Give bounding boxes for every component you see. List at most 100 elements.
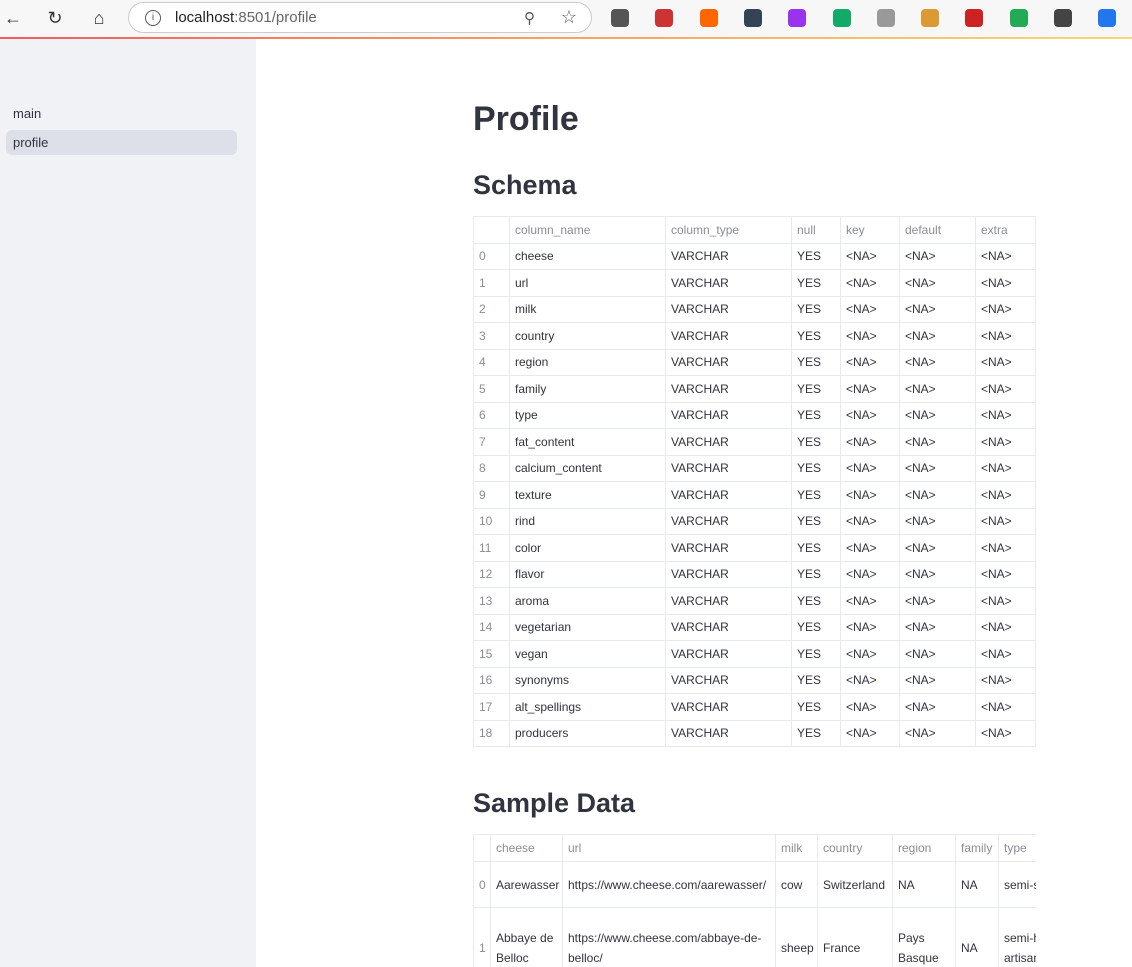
cell-extra: <NA> [975, 481, 1036, 509]
column-header: family [955, 834, 999, 862]
cell-column-type: VARCHAR [665, 322, 792, 350]
sidebar-item-main[interactable]: main [6, 101, 237, 126]
cell-column-type: VARCHAR [665, 587, 792, 615]
url-host: localhost [175, 9, 235, 26]
cell-cheese: Aarewasser [490, 861, 563, 908]
cell-column-name: synonyms [509, 666, 666, 694]
cell-default: <NA> [899, 269, 976, 297]
cell-extra: <NA> [975, 295, 1036, 323]
row-index: 11 [473, 534, 510, 562]
extension-icon[interactable] [965, 9, 984, 27]
cell-key: <NA> [840, 587, 900, 615]
sample-data-table-container[interactable]: cheese url milk country region family type 0 Aa… [473, 834, 1036, 967]
cell-key: <NA> [840, 348, 900, 376]
extension-icon[interactable] [876, 9, 895, 27]
table-row: 10 rind VARCHAR YES <NA> <NA> <NA> [473, 507, 1036, 535]
cell-column-name: fat_content [509, 428, 666, 456]
cell-column-name: color [509, 534, 666, 562]
cell-null: YES [791, 507, 841, 535]
extension-icon[interactable] [743, 9, 762, 27]
cell-column-type: VARCHAR [665, 401, 792, 429]
cell-default: <NA> [899, 375, 976, 403]
extension-icon[interactable] [1009, 9, 1028, 27]
info-icon[interactable]: i [145, 9, 161, 26]
extension-icon[interactable] [1054, 9, 1072, 27]
cell-default: <NA> [899, 242, 976, 270]
column-header: region [892, 834, 956, 862]
cell-null: YES [791, 348, 841, 376]
cell-default: <NA> [899, 322, 976, 350]
address-bar[interactable]: i localhost:8501/profile ⚲ ☆ [128, 2, 592, 33]
cell-null: YES [791, 242, 841, 270]
extension-icon[interactable] [1098, 9, 1117, 27]
column-header: key [840, 216, 900, 244]
cell-key: <NA> [840, 693, 900, 721]
cell-key: <NA> [840, 322, 900, 350]
column-header [473, 216, 510, 244]
cell-default: <NA> [899, 507, 976, 535]
row-index: 1 [473, 269, 510, 297]
cell-default: <NA> [899, 640, 976, 668]
cell-key: <NA> [840, 401, 900, 429]
table-row: 14 vegetarian VARCHAR YES <NA> <NA> <NA> [473, 613, 1036, 641]
cell-default: <NA> [899, 719, 976, 747]
column-header: null [791, 216, 841, 244]
browser-toolbar: ← ↻ ⌂ i localhost:8501/profile ⚲ ☆ [0, 0, 1132, 37]
cell-family: NA [955, 861, 999, 908]
home-icon[interactable]: ⌂ [88, 7, 110, 29]
cell-key: <NA> [840, 507, 900, 535]
cell-default: <NA> [899, 295, 976, 323]
cell-column-name: vegan [509, 640, 666, 668]
table-row: 0 cheese VARCHAR YES <NA> <NA> <NA> [473, 242, 1036, 270]
extension-icon[interactable] [611, 9, 629, 27]
cell-extra: <NA> [975, 454, 1036, 482]
table-row: 16 synonyms VARCHAR YES <NA> <NA> <NA> [473, 666, 1036, 694]
extension-icon[interactable] [655, 9, 674, 27]
table-row: 11 color VARCHAR YES <NA> <NA> <NA> [473, 534, 1036, 562]
extension-icon[interactable] [921, 9, 940, 27]
cell-column-name: vegetarian [509, 613, 666, 641]
bookmark-star-icon[interactable]: ☆ [561, 7, 577, 28]
cell-key: <NA> [840, 481, 900, 509]
cell-column-name: family [509, 375, 666, 403]
column-header: country [817, 834, 893, 862]
zoom-icon[interactable]: ⚲ [524, 9, 535, 27]
row-index: 0 [473, 861, 491, 908]
cell-null: YES [791, 322, 841, 350]
column-header: cheese [490, 834, 563, 862]
table-row: 2 milk VARCHAR YES <NA> <NA> <NA> [473, 295, 1036, 323]
cell-column-type: VARCHAR [665, 481, 792, 509]
column-header: column_type [665, 216, 792, 244]
cell-country: Switzerland [817, 861, 893, 908]
extension-icon[interactable] [788, 9, 807, 27]
cell-key: <NA> [840, 640, 900, 668]
cell-key: <NA> [840, 613, 900, 641]
cell-null: YES [791, 295, 841, 323]
sidebar-item-profile[interactable]: profile [6, 130, 237, 155]
cell-extra: <NA> [975, 348, 1036, 376]
row-index: 2 [473, 295, 510, 323]
cell-column-type: VARCHAR [665, 428, 792, 456]
extension-icon[interactable] [699, 9, 718, 27]
cell-column-type: VARCHAR [665, 454, 792, 482]
row-index: 0 [473, 242, 510, 270]
table-row: 1 Abbaye de Belloc https://www.cheese.com/… [473, 907, 1036, 967]
cell-column-name: producers [509, 719, 666, 747]
column-header: type [998, 834, 1036, 862]
row-index: 12 [473, 560, 510, 588]
reload-icon[interactable]: ↻ [44, 7, 66, 29]
cell-key: <NA> [840, 534, 900, 562]
cell-column-type: VARCHAR [665, 534, 792, 562]
back-icon[interactable]: ← [2, 7, 24, 29]
cell-default: <NA> [899, 348, 976, 376]
cell-column-name: region [509, 348, 666, 376]
cell-null: YES [791, 454, 841, 482]
cell-column-type: VARCHAR [665, 560, 792, 588]
cell-extra: <NA> [975, 640, 1036, 668]
cell-null: YES [791, 428, 841, 456]
cell-key: <NA> [840, 454, 900, 482]
table-row: 3 country VARCHAR YES <NA> <NA> <NA> [473, 322, 1036, 350]
row-index: 1 [473, 907, 491, 967]
table-row: 7 fat_content VARCHAR YES <NA> <NA> <NA> [473, 428, 1036, 456]
extension-icon[interactable] [832, 9, 851, 27]
